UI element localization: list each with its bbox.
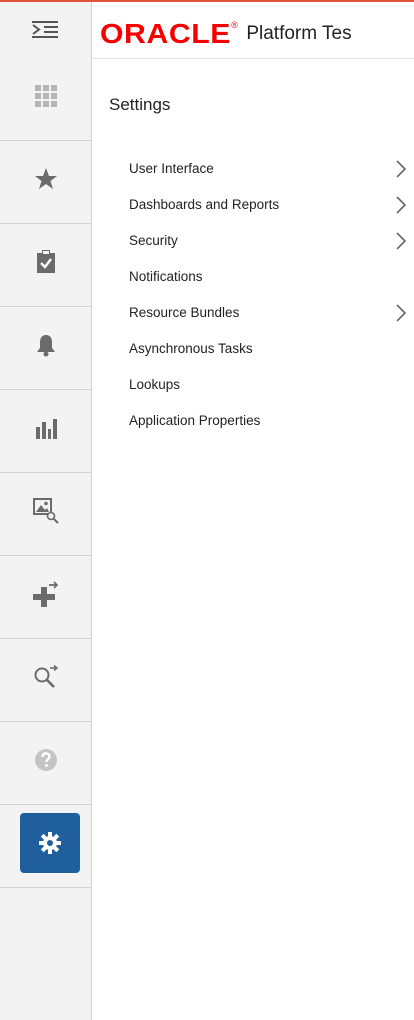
clipboard-check-icon [33, 249, 59, 275]
sidebar-item-tasks[interactable] [0, 224, 92, 307]
sidebar-item-image-search[interactable] [0, 473, 92, 556]
settings-item-label: Dashboards and Reports [129, 197, 280, 212]
chevron-right-icon[interactable] [393, 196, 409, 214]
settings-item-notifications[interactable]: Notifications [129, 266, 409, 302]
settings-item-dashboards-and-reports[interactable]: Dashboards and Reports [129, 194, 409, 230]
settings-item-label: Notifications [129, 269, 203, 284]
settings-item-label: Lookups [129, 377, 181, 392]
sidebar-item-create[interactable] [0, 556, 92, 639]
sidebar-item-help[interactable] [0, 722, 92, 805]
brand[interactable]: ORACLE® Platform Tes [100, 18, 414, 48]
settings-item-asynchronous-tasks[interactable]: Asynchronous Tasks [129, 338, 409, 374]
settings-item-application-properties[interactable]: Application Properties [129, 410, 409, 446]
settings-item-label: Asynchronous Tasks [129, 341, 253, 356]
app-header: ORACLE® Platform Tes [0, 2, 414, 60]
chevron-right-icon[interactable] [393, 304, 409, 322]
settings-item-user-interface[interactable]: User Interface [129, 158, 409, 194]
bell-icon [33, 332, 59, 358]
settings-item-lookups[interactable]: Lookups [129, 374, 409, 410]
chevron-right-icon[interactable] [393, 232, 409, 250]
chevron-right-icon[interactable] [393, 160, 409, 178]
sidebar-item-settings[interactable] [0, 805, 92, 888]
star-icon [33, 166, 59, 192]
registered-mark: ® [231, 20, 238, 30]
sidebar-item-search[interactable] [0, 639, 92, 722]
sidebar-item-notifications[interactable] [0, 307, 92, 390]
sidebar-item-home[interactable] [0, 58, 92, 141]
main-content: Settings User Interface Dashboards and R… [93, 58, 414, 1020]
magnifier-icon [33, 664, 59, 690]
product-name: Platform Tes [246, 23, 352, 44]
oracle-logo: ORACLE [100, 18, 231, 48]
sidebar-item-favorites[interactable] [0, 141, 92, 224]
sidebar [0, 58, 92, 1020]
image-search-icon [33, 498, 59, 524]
bar-chart-icon [33, 415, 59, 441]
page-title: Settings [109, 95, 171, 114]
plus-icon [33, 581, 59, 607]
settings-item-label: User Interface [129, 161, 214, 176]
settings-item-security[interactable]: Security [129, 230, 409, 266]
help-icon [33, 747, 59, 773]
settings-item-resource-bundles[interactable]: Resource Bundles [129, 302, 409, 338]
gear-icon [37, 830, 63, 856]
settings-item-label: Resource Bundles [129, 305, 240, 320]
settings-item-label: Security [129, 233, 178, 248]
sidebar-item-reports[interactable] [0, 390, 92, 473]
settings-item-label: Application Properties [129, 413, 261, 428]
menu-toggle-button[interactable] [0, 2, 92, 59]
settings-list: User Interface Dashboards and Reports Se… [129, 158, 409, 446]
grid-icon [33, 83, 59, 109]
